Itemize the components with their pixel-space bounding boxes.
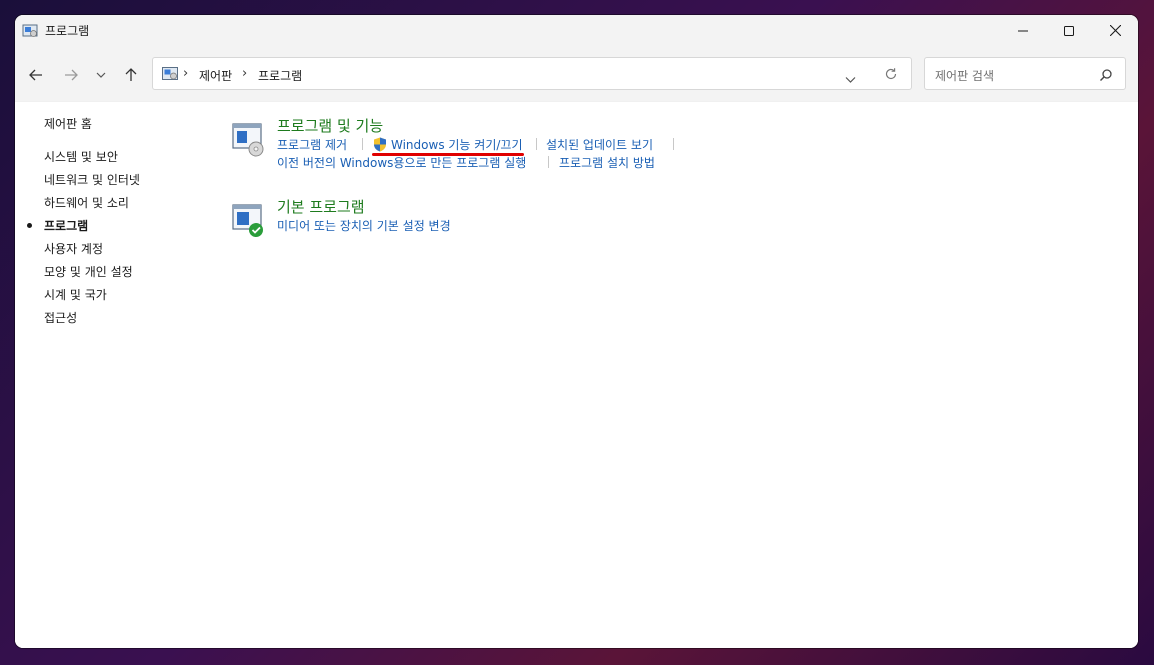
sidebar-item-accessibility[interactable]: 접근성 (44, 309, 77, 326)
sidebar-item-network[interactable]: 네트워크 및 인터넷 (44, 171, 140, 188)
arrow-right-icon (65, 69, 78, 81)
control-panel-window: 프로그램 › 제어판 › 프로그램 제어판 검색 제어판 홈 시스템 및 보안 … (15, 15, 1138, 648)
how-to-install-link[interactable]: 프로그램 설치 방법 (559, 154, 655, 171)
chevron-down-icon (96, 72, 106, 78)
search-placeholder: 제어판 검색 (935, 69, 995, 83)
address-bar[interactable]: › 제어판 › 프로그램 (152, 57, 912, 90)
sidebar-item-hardware[interactable]: 하드웨어 및 소리 (44, 194, 129, 211)
address-dropdown-button[interactable] (845, 69, 856, 88)
sidebar-item-user-accounts[interactable]: 사용자 계정 (44, 240, 103, 257)
maximize-icon (1064, 25, 1074, 36)
default-settings-link[interactable]: 미디어 또는 장치의 기본 설정 변경 (277, 217, 451, 234)
arrow-up-icon (125, 68, 137, 81)
search-button[interactable] (1099, 67, 1113, 86)
close-button[interactable] (1092, 15, 1138, 46)
chevron-down-icon (845, 77, 856, 83)
refresh-icon (885, 68, 897, 80)
control-panel-icon (22, 24, 38, 37)
link-separator (673, 138, 674, 150)
category-title[interactable]: 프로그램 및 기능 (277, 115, 383, 136)
category-title[interactable]: 기본 프로그램 (277, 196, 365, 217)
search-icon (1100, 69, 1112, 81)
up-button[interactable] (119, 66, 143, 84)
forward-button[interactable] (59, 66, 83, 84)
arrow-left-icon (29, 69, 42, 81)
content-area: 제어판 홈 시스템 및 보안 네트워크 및 인터넷 하드웨어 및 소리 프로그램… (15, 102, 1138, 648)
minimize-button[interactable] (1000, 15, 1046, 46)
search-input[interactable]: 제어판 검색 (924, 57, 1126, 90)
active-bullet-icon (27, 223, 32, 228)
recent-locations-button[interactable] (89, 66, 113, 84)
sidebar-item-clock-region[interactable]: 시계 및 국가 (44, 286, 107, 303)
uac-shield-icon (374, 137, 386, 152)
title-bar: 프로그램 (15, 15, 1138, 46)
windows-features-link[interactable]: Windows 기능 켜기/끄기 (391, 136, 522, 153)
programs-features-icon (232, 123, 264, 157)
back-button[interactable] (24, 66, 48, 84)
link-separator (548, 156, 549, 168)
breadcrumb-separator-icon: › (183, 66, 189, 81)
breadcrumb-item[interactable]: 제어판 (199, 67, 232, 84)
uninstall-program-link[interactable]: 프로그램 제거 (277, 136, 347, 153)
maximize-button[interactable] (1046, 15, 1092, 46)
link-separator (362, 138, 363, 150)
breadcrumb-item[interactable]: 프로그램 (258, 67, 302, 84)
sidebar-item-programs[interactable]: 프로그램 (44, 217, 88, 234)
refresh-button[interactable] (884, 66, 898, 85)
sidebar-item-system-security[interactable]: 시스템 및 보안 (44, 148, 118, 165)
window-title: 프로그램 (45, 24, 90, 38)
default-programs-icon (232, 204, 263, 237)
sidebar-item-home[interactable]: 제어판 홈 (44, 115, 92, 132)
minimize-icon (1018, 30, 1028, 31)
installed-updates-link[interactable]: 설치된 업데이트 보기 (546, 136, 653, 153)
sidebar-item-appearance[interactable]: 모양 및 개인 설정 (44, 263, 133, 280)
compatibility-link[interactable]: 이전 버전의 Windows용으로 만든 프로그램 실행 (277, 154, 526, 171)
navigation-bar: › 제어판 › 프로그램 제어판 검색 (15, 46, 1138, 102)
close-icon (1109, 25, 1121, 36)
link-separator (536, 138, 537, 150)
breadcrumb-separator-icon[interactable]: › (242, 66, 247, 81)
control-panel-icon (162, 67, 178, 80)
